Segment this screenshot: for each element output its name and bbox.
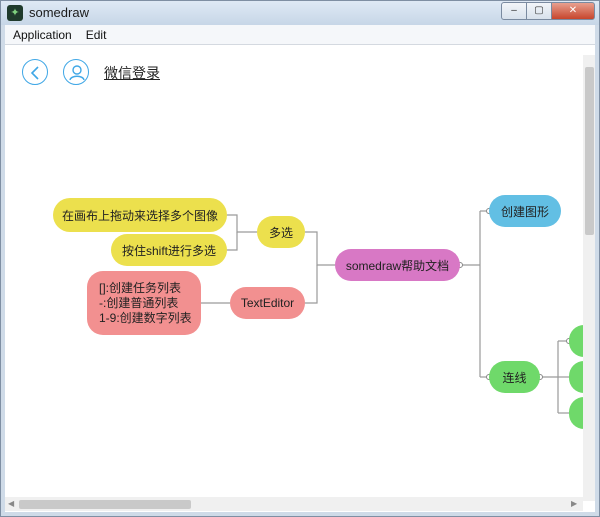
node-texteditor[interactable]: TextEditor bbox=[230, 287, 305, 319]
minimize-button[interactable]: ‒ bbox=[501, 2, 527, 20]
window-title: somedraw bbox=[29, 5, 89, 20]
node-multiselect[interactable]: 多选 bbox=[257, 216, 305, 248]
maximize-button[interactable]: ▢ bbox=[526, 2, 552, 20]
list-shortcut-bullet: -:创建普通列表 bbox=[99, 295, 179, 310]
node-create-shape[interactable]: 创建图形 bbox=[489, 195, 561, 227]
app-icon: ✦ bbox=[7, 5, 23, 21]
canvas-area[interactable]: 微信登录 在画布上拖动来选择多个图像 按住shift进行多选 多选 []:创建任… bbox=[5, 45, 595, 512]
menu-application[interactable]: Application bbox=[5, 25, 78, 44]
scroll-left-arrow-icon[interactable]: ◀ bbox=[8, 499, 14, 508]
close-button[interactable]: ✕ bbox=[551, 2, 595, 20]
link-texteditor-root bbox=[305, 265, 318, 304]
node-list-shortcuts[interactable]: []:创建任务列表 -:创建普通列表 1-9:创建数字列表 bbox=[87, 271, 201, 335]
app-window: ✦ somedraw ‒ ▢ ✕ Application Edit 微信登录 在… bbox=[0, 0, 600, 517]
node-connect[interactable]: 连线 bbox=[489, 361, 540, 393]
title-bar[interactable]: ✦ somedraw ‒ ▢ ✕ bbox=[1, 1, 599, 25]
horizontal-scroll-thumb[interactable] bbox=[19, 500, 191, 509]
horizontal-scrollbar[interactable]: ◀ ▶ bbox=[5, 497, 583, 511]
vertical-scrollbar[interactable] bbox=[583, 55, 595, 501]
node-shift-select[interactable]: 按住shift进行多选 bbox=[111, 234, 227, 266]
list-shortcut-task: []:创建任务列表 bbox=[99, 280, 182, 295]
link-select-drag bbox=[227, 214, 257, 233]
menu-edit[interactable]: Edit bbox=[78, 25, 113, 44]
menu-bar: Application Edit bbox=[5, 25, 595, 45]
window-controls: ‒ ▢ ✕ bbox=[501, 2, 595, 21]
link-multiselect-root bbox=[305, 231, 335, 266]
node-root[interactable]: somedraw帮助文档 bbox=[335, 249, 460, 281]
node-drag-select[interactable]: 在画布上拖动来选择多个图像 bbox=[53, 198, 227, 232]
scroll-right-arrow-icon[interactable]: ▶ bbox=[571, 499, 577, 508]
vertical-scroll-thumb[interactable] bbox=[585, 67, 594, 235]
link-select-shift bbox=[227, 232, 238, 251]
list-shortcut-number: 1-9:创建数字列表 bbox=[99, 310, 192, 325]
